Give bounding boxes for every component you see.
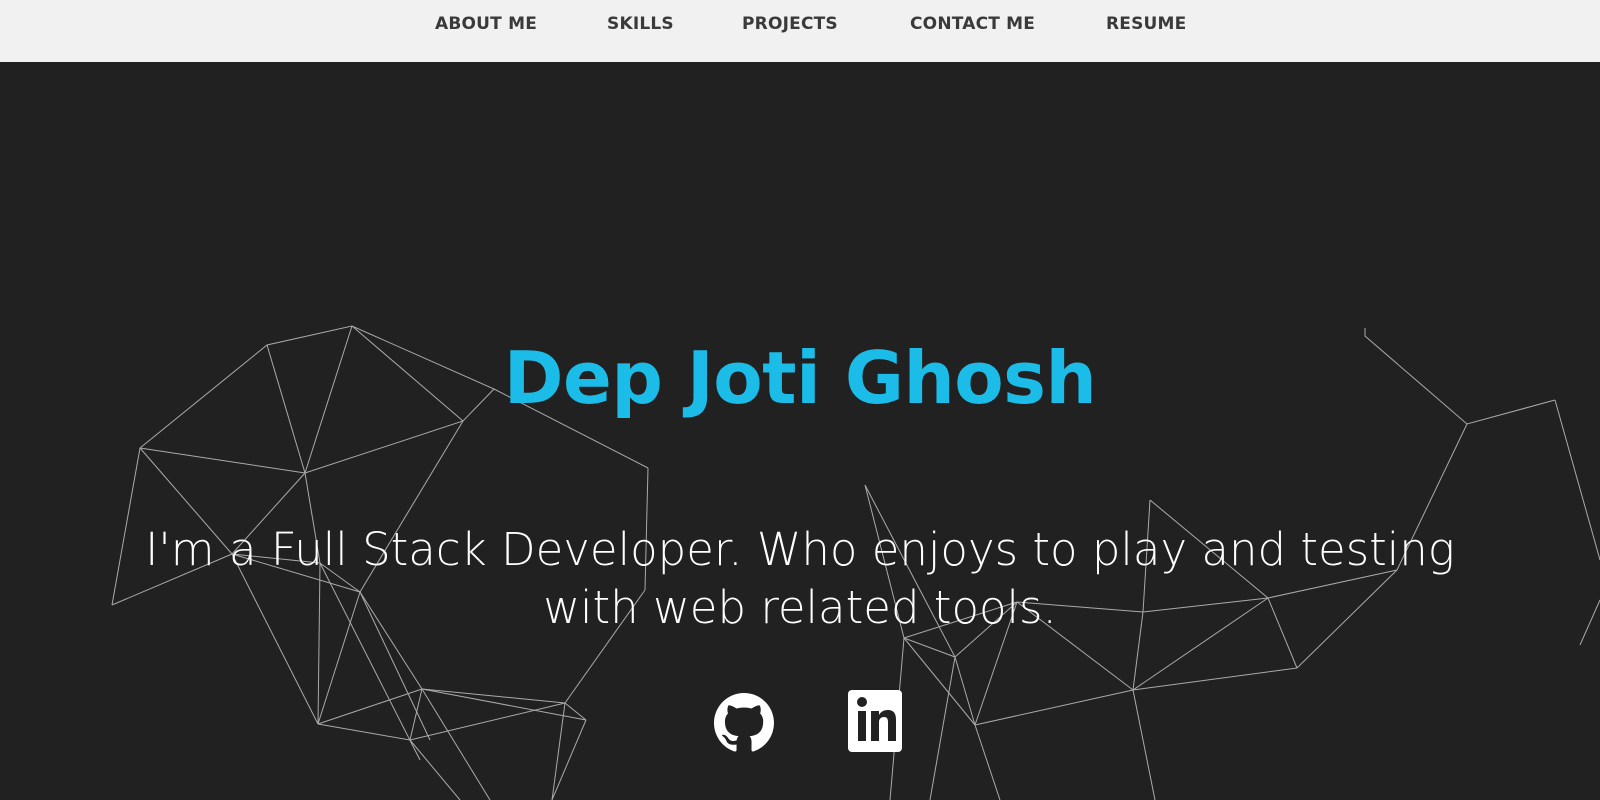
hero-tagline: I'm a Full Stack Developer. Who enjoys t…: [145, 523, 1455, 634]
github-link[interactable]: [714, 688, 774, 762]
hero-name: Dep Joti Ghosh: [503, 336, 1097, 421]
nav-about-me[interactable]: ABOUT ME: [435, 14, 537, 34]
linkedin-icon: [848, 690, 902, 752]
nav-projects[interactable]: PROJECTS: [742, 14, 838, 34]
nav-skills[interactable]: SKILLS: [607, 14, 674, 34]
nav-contact-me[interactable]: CONTACT ME: [910, 14, 1035, 34]
linkedin-link[interactable]: [848, 688, 902, 758]
nav-resume[interactable]: RESUME: [1106, 14, 1186, 34]
top-navbar: ABOUT ME SKILLS PROJECTS CONTACT ME RESU…: [0, 0, 1600, 62]
github-icon: [714, 693, 774, 752]
